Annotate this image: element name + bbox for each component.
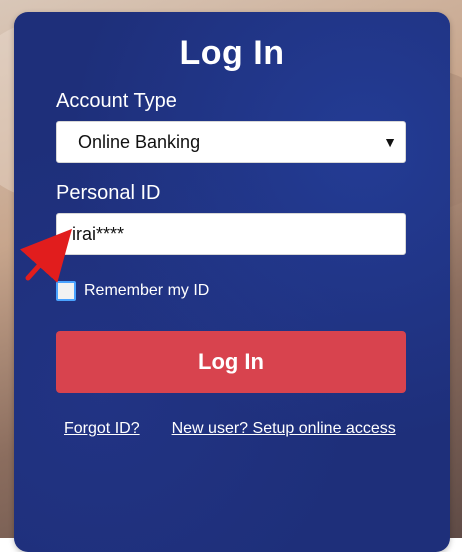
- caret-down-icon: ▼: [383, 134, 397, 150]
- login-panel: Log In Account Type Online Banking ▼ Per…: [14, 12, 450, 552]
- personal-id-label: Personal ID: [56, 182, 161, 204]
- account-type-selected-value: Online Banking: [78, 132, 201, 152]
- remember-id-row[interactable]: Remember my ID: [56, 279, 209, 303]
- remember-id-checkbox[interactable]: [56, 281, 76, 301]
- personal-id-input[interactable]: irai****: [56, 213, 406, 255]
- account-type-select[interactable]: Online Banking ▼: [56, 121, 406, 163]
- personal-id-value: irai****: [72, 224, 125, 244]
- remember-id-label: Remember my ID: [84, 282, 210, 299]
- page-title: Log In: [179, 34, 285, 72]
- forgot-id-link[interactable]: Forgot ID?: [64, 420, 140, 438]
- annotation-arrow-icon: [20, 228, 73, 283]
- account-type-label: Account Type: [56, 90, 177, 112]
- setup-online-access-link[interactable]: New user? Setup online access: [172, 420, 396, 438]
- login-button[interactable]: Log In: [56, 331, 406, 393]
- auth-links: Forgot ID? New user? Setup online access: [64, 420, 404, 438]
